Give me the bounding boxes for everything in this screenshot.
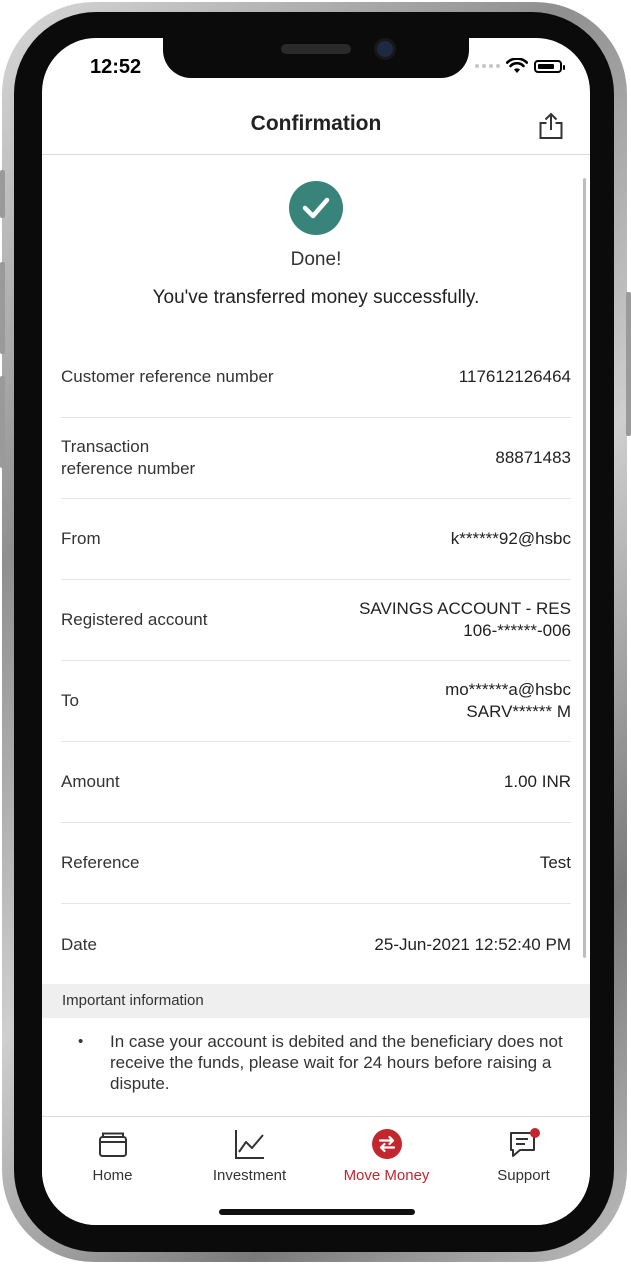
volume-down-button bbox=[0, 376, 5, 468]
detail-row-customer-ref: Customer reference number 117612126464 bbox=[61, 337, 571, 418]
battery-icon bbox=[534, 59, 565, 73]
success-check-icon bbox=[289, 181, 343, 235]
detail-row-transaction-ref: Transaction reference number 88871483 bbox=[61, 418, 571, 499]
detail-label: To bbox=[61, 691, 79, 710]
wallet-icon bbox=[98, 1132, 127, 1157]
power-button bbox=[626, 292, 631, 436]
speaker bbox=[281, 44, 351, 54]
chat-icon bbox=[509, 1128, 540, 1157]
tab-label: Move Money bbox=[343, 1167, 430, 1184]
tab-move-money[interactable]: Move Money bbox=[318, 1117, 455, 1197]
volume-up-button bbox=[0, 262, 5, 354]
important-info-header: Important information bbox=[42, 984, 590, 1018]
status-icons bbox=[475, 58, 565, 74]
detail-row-to: To mo******a@hsbc SARV****** M bbox=[61, 661, 571, 742]
detail-value: Test bbox=[539, 853, 571, 872]
detail-row-date: Date 25-Jun-2021 12:52:40 PM bbox=[61, 904, 571, 985]
header-divider bbox=[42, 154, 590, 155]
detail-label: Amount bbox=[61, 772, 120, 791]
home-indicator[interactable] bbox=[219, 1209, 415, 1215]
tab-investment[interactable]: Investment bbox=[181, 1117, 318, 1197]
detail-value: SAVINGS ACCOUNT - RES 106-******-006 bbox=[359, 599, 571, 640]
detail-value: 25-Jun-2021 12:52:40 PM bbox=[374, 934, 571, 954]
share-button[interactable] bbox=[538, 112, 564, 140]
front-camera bbox=[377, 41, 393, 57]
details-list: Customer reference number 117612126464 T… bbox=[61, 337, 571, 985]
tab-home[interactable]: Home bbox=[44, 1117, 181, 1197]
important-info-title: Important information bbox=[62, 992, 204, 1009]
detail-label: Customer reference number bbox=[61, 367, 274, 386]
detail-label: Date bbox=[61, 934, 97, 954]
screen: 12:52 Confirmation Done! You've transfer… bbox=[42, 38, 590, 1225]
detail-label: Transaction reference number bbox=[61, 437, 196, 478]
detail-row-registered-account: Registered account SAVINGS ACCOUNT - RES… bbox=[61, 580, 571, 661]
tab-label: Investment bbox=[212, 1167, 287, 1184]
important-info-text: In case your account is debited and the … bbox=[110, 1032, 563, 1093]
transfer-icon bbox=[371, 1129, 402, 1159]
detail-value: 1.00 INR bbox=[503, 772, 571, 791]
share-icon bbox=[539, 112, 563, 139]
bullet-icon: • bbox=[78, 1033, 84, 1050]
done-heading: Done! bbox=[290, 249, 342, 270]
detail-row-amount: Amount 1.00 INR bbox=[61, 742, 571, 823]
detail-value: 88871483 bbox=[495, 448, 571, 467]
chart-icon bbox=[234, 1130, 264, 1159]
detail-value: k******92@hsbc bbox=[450, 529, 571, 548]
mute-switch bbox=[0, 170, 5, 218]
detail-row-from: From k******92@hsbc bbox=[61, 499, 571, 580]
status-time: 12:52 bbox=[90, 56, 142, 78]
tab-label: Support bbox=[497, 1167, 550, 1184]
detail-value: mo******a@hsbc SARV****** M bbox=[445, 680, 571, 721]
success-message: You've transferred money successfully. bbox=[152, 287, 480, 308]
signal-icon bbox=[475, 64, 500, 68]
detail-label: Registered account bbox=[61, 610, 208, 629]
detail-label: Reference bbox=[61, 853, 140, 872]
detail-label: From bbox=[61, 529, 101, 548]
notch bbox=[163, 38, 469, 78]
wifi-icon bbox=[506, 58, 528, 73]
tab-label: Home bbox=[92, 1167, 133, 1184]
detail-row-reference: Reference Test bbox=[61, 823, 571, 904]
page-title: Confirmation bbox=[250, 112, 382, 135]
detail-value: 117612126464 bbox=[458, 367, 571, 386]
tab-support[interactable]: Support bbox=[455, 1117, 590, 1197]
